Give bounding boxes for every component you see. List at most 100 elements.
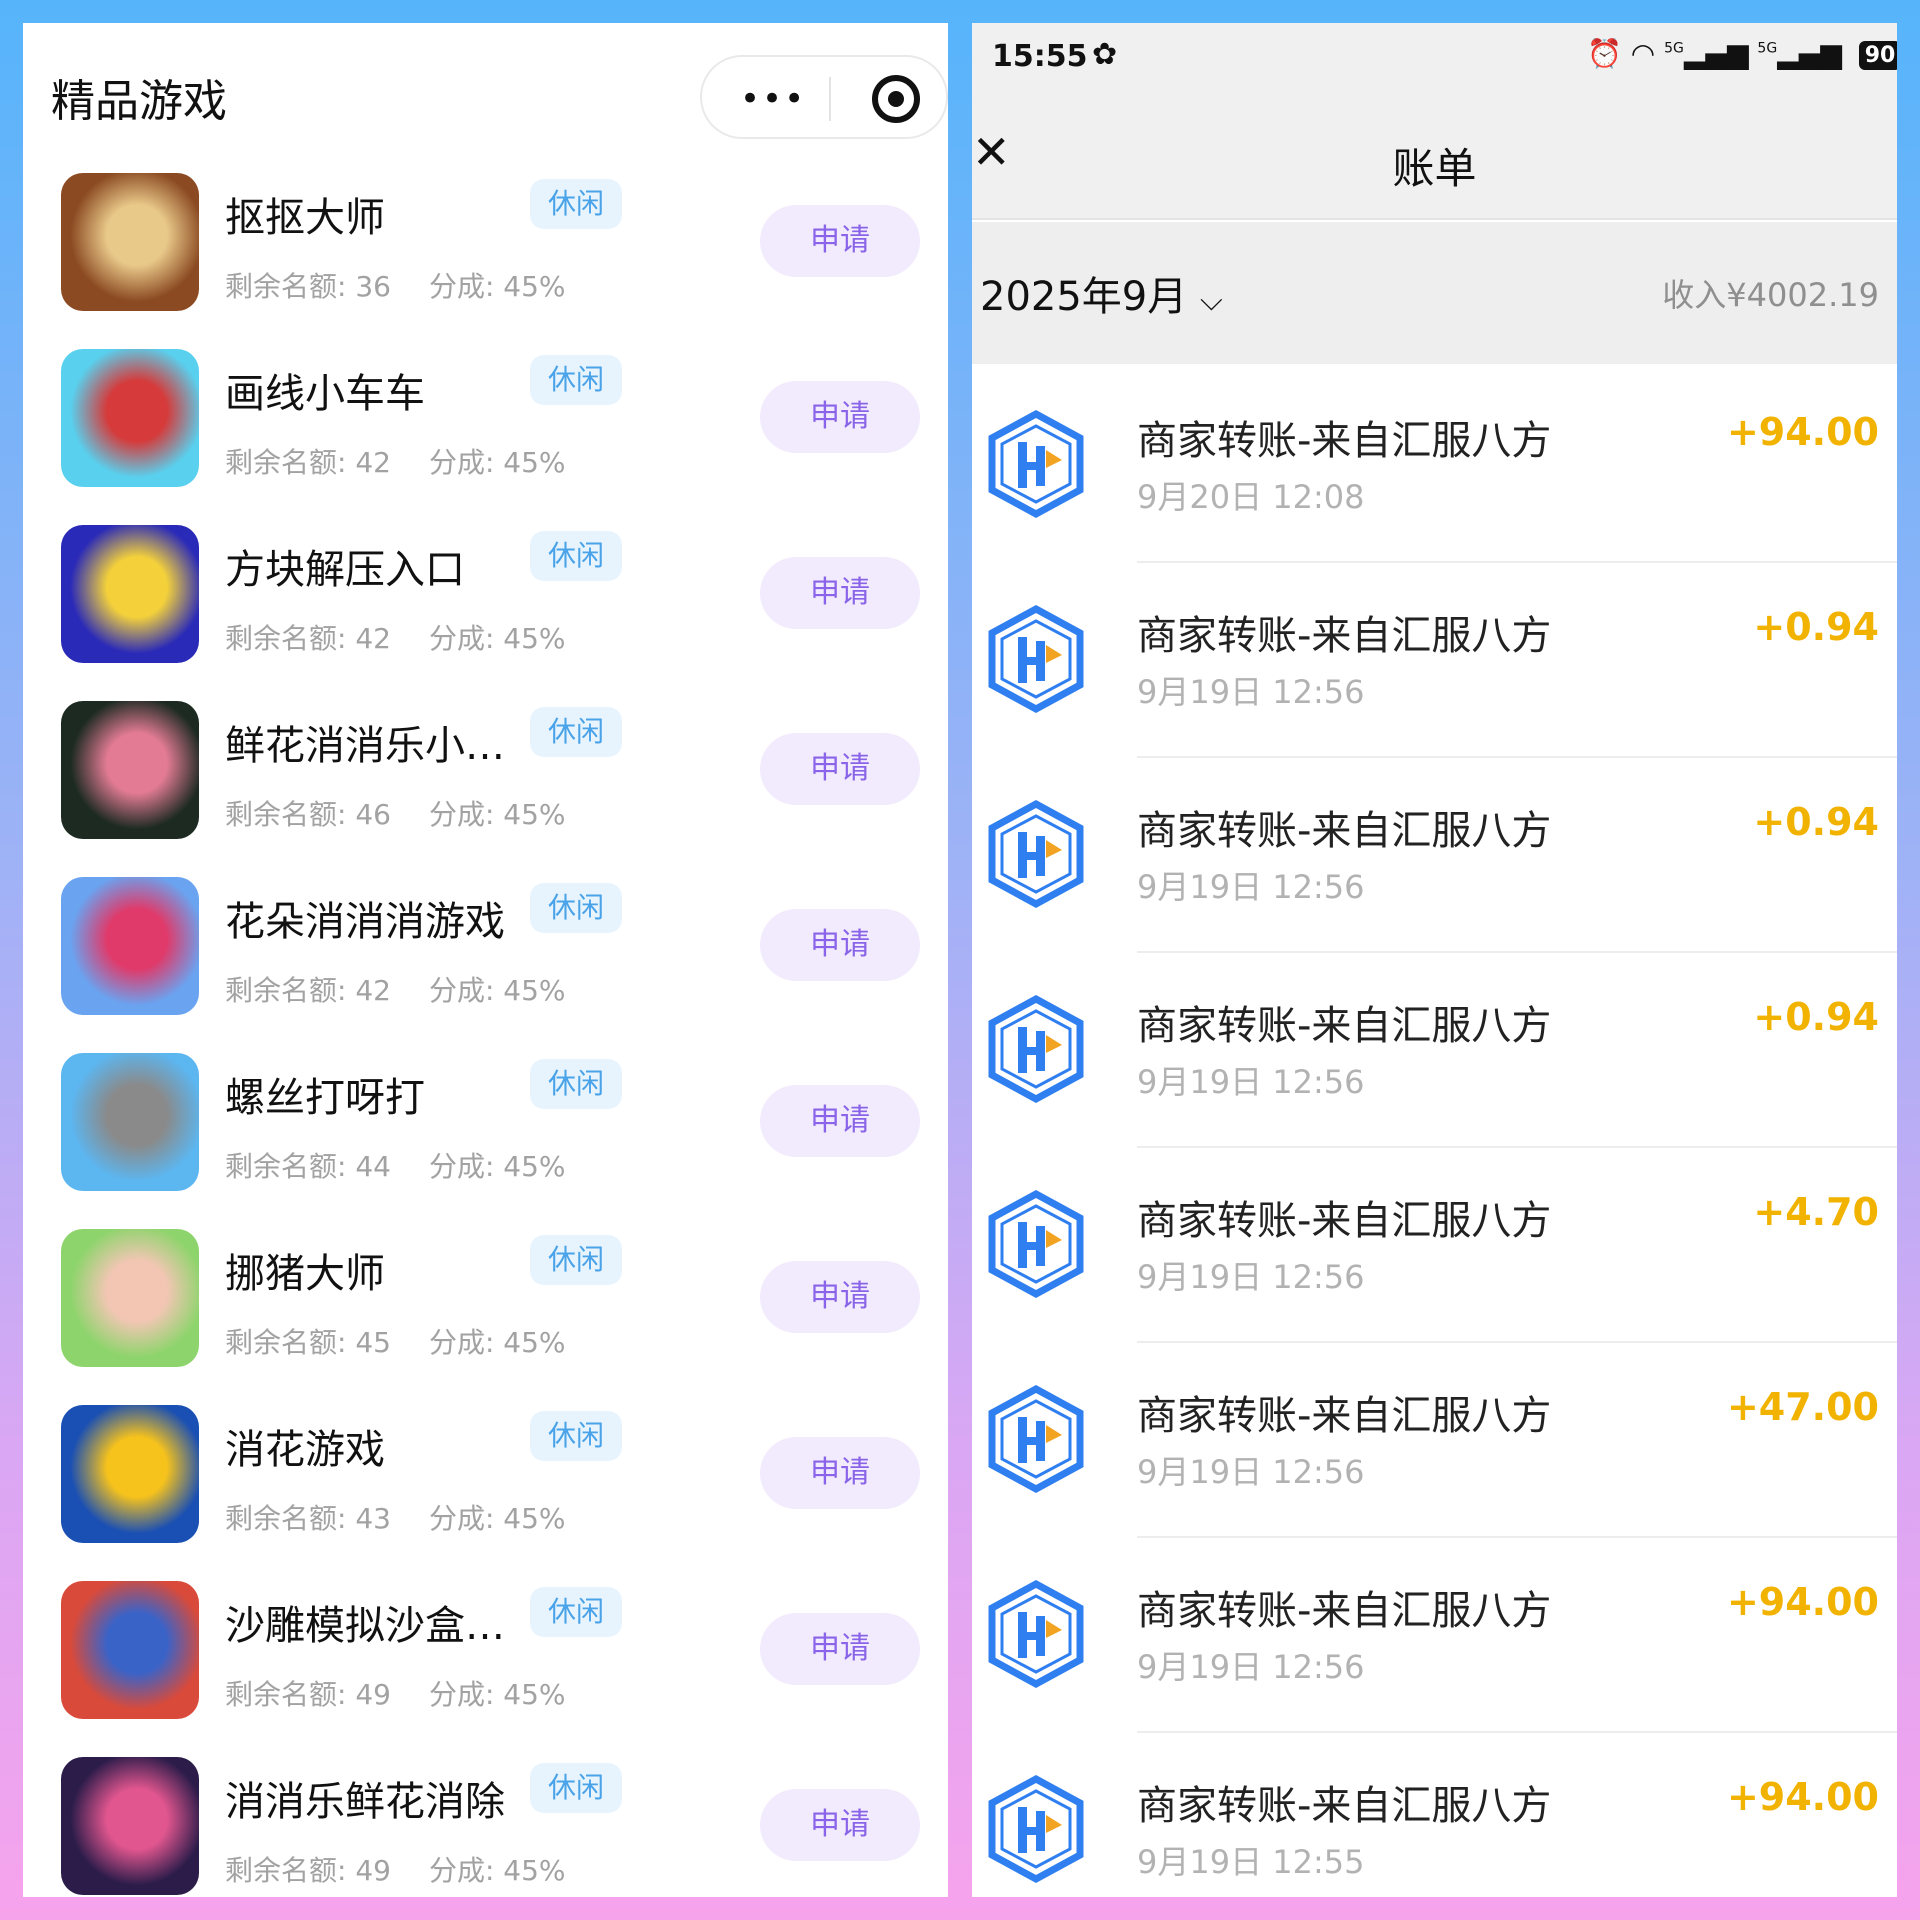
transaction-item[interactable]: 商家转账-来自汇服八方 +94.00 9月20日 12:08 [972,366,1897,561]
red-car-icon[interactable] [61,349,199,487]
chevron-down-icon: ⌵ [1199,283,1223,318]
transaction-item[interactable]: 商家转账-来自汇服八方 +94.00 9月19日 12:56 [972,1536,1897,1731]
screw-statue-icon[interactable] [61,1053,199,1191]
game-item[interactable]: 画线小车车 休闲 剩余名额: 42 分成: 45% 申请 [23,349,948,525]
revenue-share: 分成: 45% [428,270,566,303]
game-meta: 剩余名额: 46 分成: 45% [225,793,566,833]
game-name[interactable]: 方块解压入口 [225,537,465,595]
category-tag: 休闲 [530,531,622,581]
transaction-amount: +94.00 [1726,1580,1879,1624]
game-name[interactable]: 抠抠大师 [225,185,385,243]
apply-button[interactable]: 申请 [760,1613,920,1685]
game-item[interactable]: 挪猪大师 休闲 剩余名额: 45 分成: 45% 申请 [23,1229,948,1405]
row-divider [1137,756,1897,758]
revenue-share: 分成: 45% [428,798,566,831]
apply-button[interactable]: 申请 [760,733,920,805]
game-name[interactable]: 挪猪大师 [225,1241,385,1299]
game-meta: 剩余名额: 49 分成: 45% [225,1849,566,1889]
remaining-quota: 剩余名额: 49 [225,1678,391,1711]
transaction-title: 商家转账-来自汇服八方 [1137,418,1552,464]
transaction-item[interactable]: 商家转账-来自汇服八方 +94.00 9月19日 12:55 [972,1731,1897,1897]
row-divider [1137,561,1897,563]
revenue-share: 分成: 45% [428,1854,566,1887]
category-tag: 休闲 [530,1411,622,1461]
apply-button[interactable]: 申请 [760,909,920,981]
transaction-item[interactable]: 商家转账-来自汇服八方 +0.94 9月19日 12:56 [972,561,1897,756]
row-divider [1137,1536,1897,1538]
transaction-item[interactable]: 商家转账-来自汇服八方 +0.94 9月19日 12:56 [972,951,1897,1146]
transaction-title: 商家转账-来自汇服八方 [1137,1588,1552,1634]
lotus-icon[interactable] [61,1757,199,1895]
transaction-amount: +0.94 [1753,605,1879,649]
pigs-icon[interactable] [61,1229,199,1367]
apply-button[interactable]: 申请 [760,1085,920,1157]
row-divider [1137,1341,1897,1343]
game-item[interactable]: 消消乐鲜花消除 休闲 剩余名额: 49 分成: 45% 申请 [23,1757,948,1897]
revenue-share: 分成: 45% [428,1678,566,1711]
target-circle-icon[interactable] [872,75,920,123]
month-selector[interactable]: 2025年9月 ⌵ [980,264,1223,322]
game-item[interactable]: 螺丝打呀打 休闲 剩余名额: 44 分成: 45% 申请 [23,1053,948,1229]
merchant-logo-icon [988,1580,1084,1688]
game-meta: 剩余名额: 36 分成: 45% [225,265,566,305]
apply-button[interactable]: 申请 [760,205,920,277]
bill-panel: 15:55 ✿ ⏰ ◠ 5G▂▄▆ 5G▂▄▆ 90 ✕ 账单 2025年9月 … [972,23,1897,1897]
more-dots-icon[interactable]: ••• [740,79,806,119]
category-tag: 休闲 [530,179,622,229]
game-name[interactable]: 沙雕模拟沙盒… [225,1593,505,1651]
game-name[interactable]: 消消乐鲜花消除 [225,1769,505,1827]
game-meta: 剩余名额: 45 分成: 45% [225,1321,566,1361]
transaction-time: 9月19日 12:56 [1137,1258,1365,1296]
block-puzzle-icon[interactable] [61,525,199,663]
game-meta: 剩余名额: 42 分成: 45% [225,617,566,657]
revenue-share: 分成: 45% [428,1502,566,1535]
merchant-logo-icon [988,1385,1084,1493]
yellow-flower-icon[interactable] [61,1405,199,1543]
transaction-title: 商家转账-来自汇服八方 [1137,1783,1552,1829]
game-meta: 剩余名额: 42 分成: 45% [225,441,566,481]
game-name[interactable]: 螺丝打呀打 [225,1065,425,1123]
game-meta: 剩余名额: 43 分成: 45% [225,1497,566,1537]
sandbox-characters-icon[interactable] [61,1581,199,1719]
game-name[interactable]: 画线小车车 [225,361,425,419]
transaction-item[interactable]: 商家转账-来自汇服八方 +0.94 9月19日 12:56 [972,756,1897,951]
roses-icon[interactable] [61,701,199,839]
remaining-quota: 剩余名额: 43 [225,1502,391,1535]
game-item[interactable]: 抠抠大师 休闲 剩余名额: 36 分成: 45% 申请 [23,173,948,349]
transaction-amount: +94.00 [1726,410,1879,454]
revenue-share: 分成: 45% [428,1326,566,1359]
merchant-logo-icon [988,800,1084,908]
page-title: 账单 [1392,144,1477,193]
cookie-tin-icon[interactable] [61,173,199,311]
wifi-icon: ◠ [1630,37,1656,70]
transaction-amount: +0.94 [1753,995,1879,1039]
transaction-item[interactable]: 商家转账-来自汇服八方 +4.70 9月19日 12:56 [972,1146,1897,1341]
category-tag: 休闲 [530,1763,622,1813]
game-item[interactable]: 花朵消消消游戏 休闲 剩余名额: 42 分成: 45% 申请 [23,877,948,1053]
apply-button[interactable]: 申请 [760,1437,920,1509]
apply-button[interactable]: 申请 [760,1789,920,1861]
transaction-time: 9月19日 12:56 [1137,673,1365,711]
remaining-quota: 剩余名额: 42 [225,974,391,1007]
apply-button[interactable]: 申请 [760,1261,920,1333]
month-label: 2025年9月 [980,274,1188,320]
transaction-amount: +4.70 [1753,1190,1879,1234]
butterfly-rose-icon[interactable] [61,877,199,1015]
month-bar: 2025年9月 ⌵ 收入¥4002.19 [972,222,1897,364]
category-tag: 休闲 [530,1587,622,1637]
transaction-title: 商家转账-来自汇服八方 [1137,1393,1552,1439]
game-item[interactable]: 消花游戏 休闲 剩余名额: 43 分成: 45% 申请 [23,1405,948,1581]
game-item[interactable]: 鲜花消消乐小… 休闲 剩余名额: 46 分成: 45% 申请 [23,701,948,877]
game-name[interactable]: 花朵消消消游戏 [225,889,505,947]
remaining-quota: 剩余名额: 36 [225,270,391,303]
apply-button[interactable]: 申请 [760,557,920,629]
game-name[interactable]: 鲜花消消乐小… [225,713,505,771]
game-name[interactable]: 消花游戏 [225,1417,385,1475]
transaction-item[interactable]: 商家转账-来自汇服八方 +47.00 9月19日 12:56 [972,1341,1897,1536]
remaining-quota: 剩余名额: 49 [225,1854,391,1887]
remaining-quota: 剩余名额: 42 [225,446,391,479]
apply-button[interactable]: 申请 [760,381,920,453]
game-item[interactable]: 沙雕模拟沙盒… 休闲 剩余名额: 49 分成: 45% 申请 [23,1581,948,1757]
alarm-icon: ⏰ [1587,37,1622,70]
game-item[interactable]: 方块解压入口 休闲 剩余名额: 42 分成: 45% 申请 [23,525,948,701]
